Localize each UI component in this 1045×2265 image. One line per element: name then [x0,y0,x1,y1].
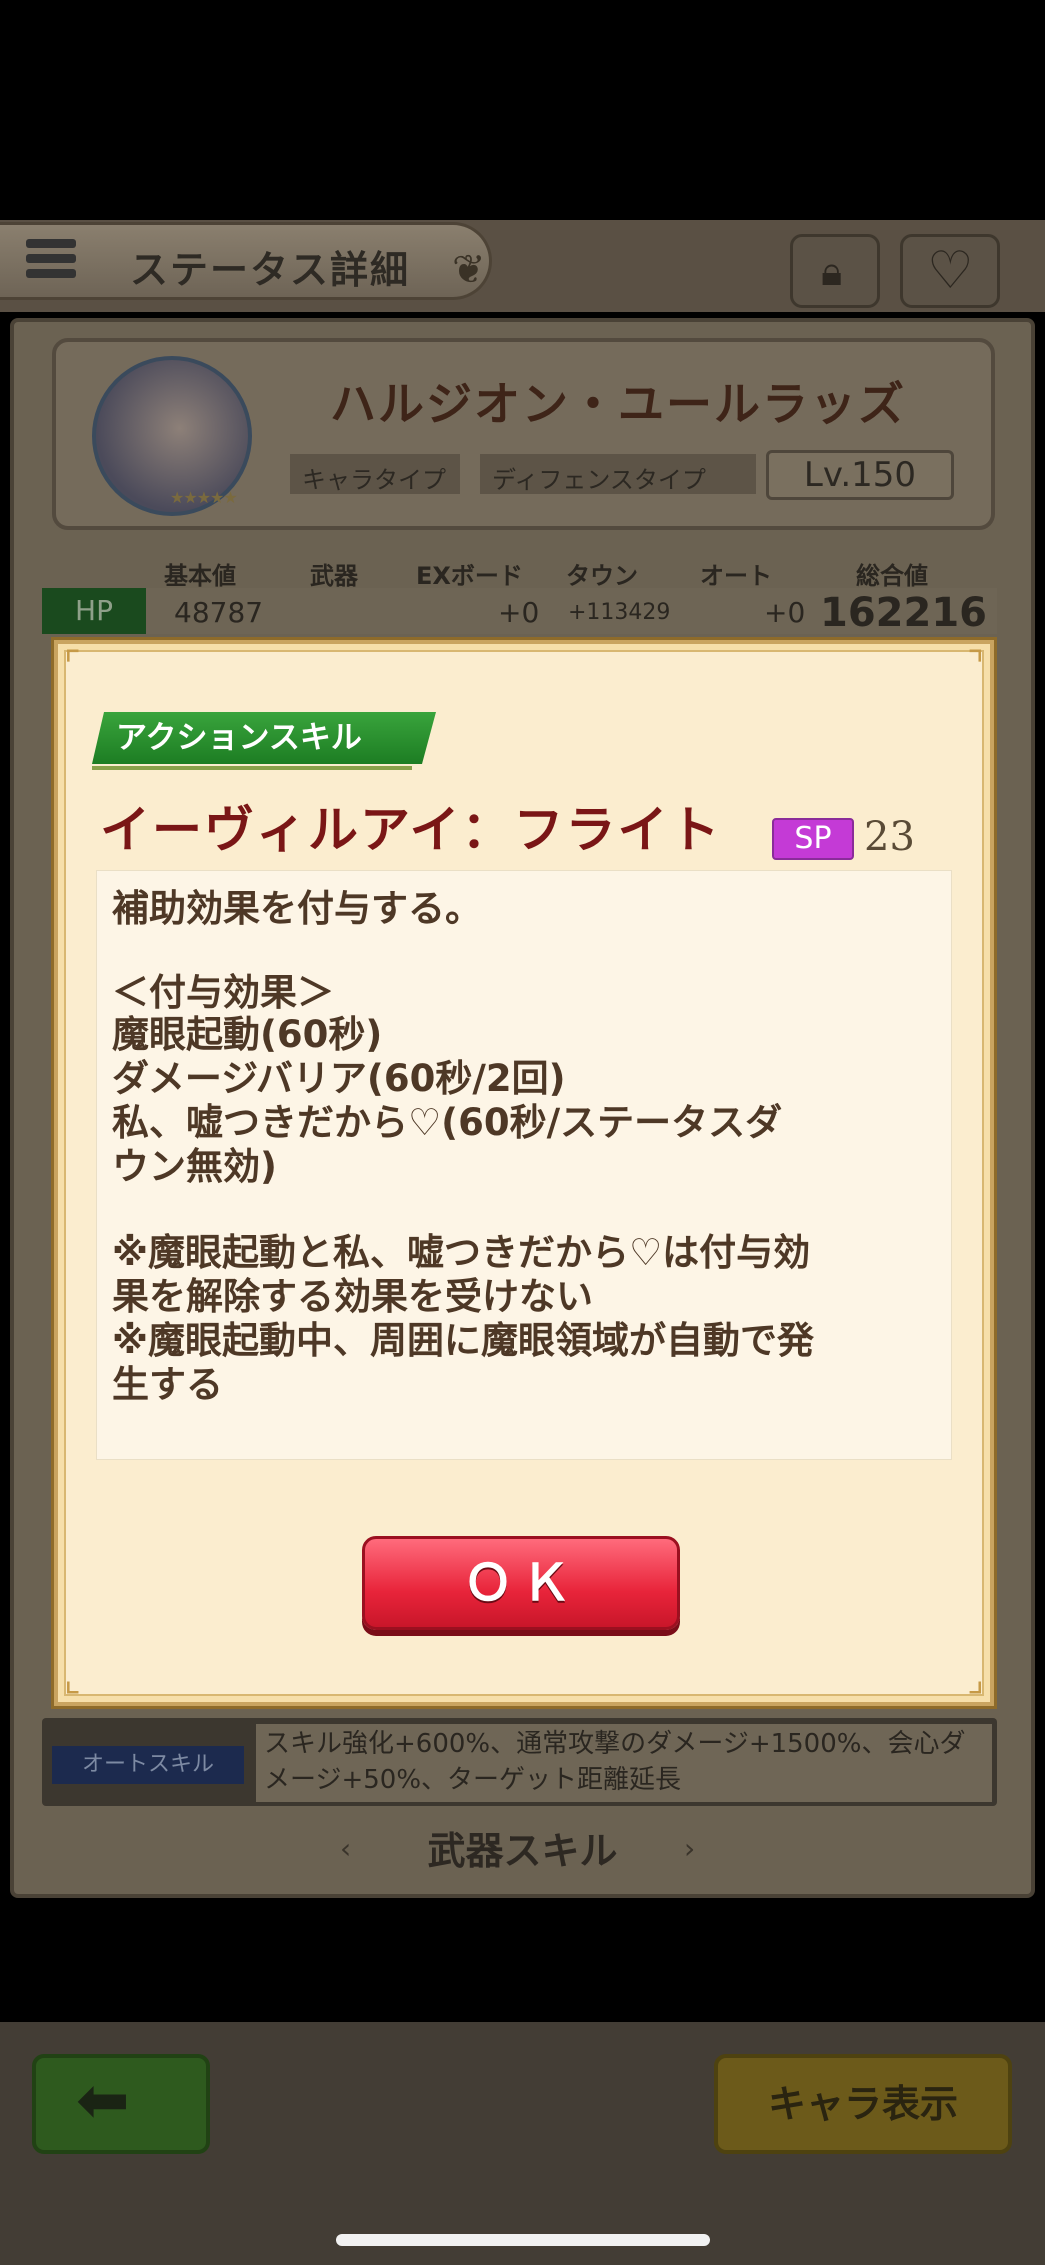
home-indicator[interactable] [336,2234,710,2246]
corner-ornament-icon: ⌟ [967,1659,984,1700]
heart-icon: ♡ [927,241,974,301]
status-screen: ステータス詳細 ❦ 🔒︎ ♡ ★★★★★ ハルジオン・ユールラッズ キャラタイプ… [0,0,1045,2265]
next-arrow-icon[interactable]: › [684,1832,695,1865]
stat-header-auto: オート [700,562,772,590]
hp-label: HP [42,588,146,634]
hp-total: 162216 [820,590,987,636]
stat-header-town: タウン [566,562,638,590]
sp-value: 23 [864,814,915,860]
favorite-button[interactable]: ♡ [900,234,1000,308]
corner-ornament-icon: ⌝ [967,645,984,686]
corner-ornament-icon: ⌜ [64,645,81,686]
character-type: キャラタイプ [290,454,460,494]
description-line: ウン無効) [112,1145,277,1188]
flourish-icon: ❦ [452,247,486,293]
menu-icon[interactable] [26,239,76,287]
hp-exboard: +0 [498,596,540,629]
back-button[interactable]: ⬅ [32,2054,210,2154]
auto-skill-text: スキル強化+600%、通常攻撃のダメージ+1500%、会心ダメージ+50%、ター… [256,1724,992,1802]
level-badge: Lv.150 [766,450,954,500]
rarity-stars: ★★★★★ [170,488,238,507]
lock-icon: 🔒︎ [821,249,843,295]
back-arrow-icon: ⬅ [76,2064,130,2138]
page-title: ステータス詳細 [130,248,411,292]
stat-header-exboard: EXボード [416,562,523,590]
skill-name: イーヴィルアイ：フライト [100,801,722,859]
hp-auto: +0 [764,596,806,629]
tag-underline [92,766,412,770]
corner-ornament-icon: ⌞ [64,1659,81,1700]
defense-type: ディフェンスタイプ [480,454,756,494]
chara-display-button[interactable]: キャラ表示 [714,2054,1012,2154]
stat-header-base: 基本値 [164,562,236,590]
hp-town: +113429 [568,600,671,625]
weapon-skill-heading: 武器スキル [427,1829,618,1873]
stat-header-weapon: 武器 [310,562,358,590]
stat-header-total: 総合値 [856,562,928,590]
description-line: 生する [112,1363,223,1406]
ok-button[interactable]: ＯＫ [362,1536,680,1630]
description-line: 補助効果を付与する。 [112,887,482,930]
sp-badge: SP [772,818,854,860]
lock-button[interactable]: 🔒︎ [790,234,880,308]
hp-base: 48787 [174,596,264,629]
title-tab: ステータス詳細 ❦ [0,222,492,300]
character-name: ハルジオン・ユールラッズ [330,377,906,431]
skill-category-tag: アクションスキル [92,712,436,764]
auto-skill-label: オートスキル [52,1746,244,1784]
